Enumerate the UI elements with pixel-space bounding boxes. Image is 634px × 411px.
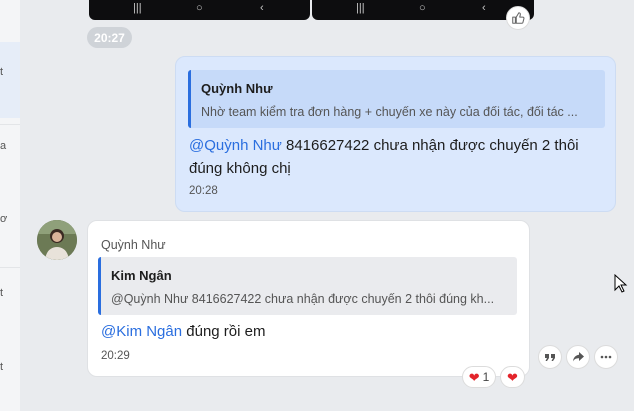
share-icon (572, 352, 584, 362)
phone-nav-back: ‹ (482, 2, 486, 14)
quoted-message[interactable]: Kim Ngân @Quỳnh Như 8416627422 chưa nhận… (98, 257, 517, 315)
attached-image[interactable]: ||| ○ ‹ (312, 0, 534, 20)
like-button[interactable] (506, 6, 530, 30)
heart-icon: ❤ (507, 369, 518, 385)
sidebar-divider (0, 124, 20, 125)
react-heart-button[interactable]: ❤ (500, 366, 525, 388)
quoted-sender-name: Kim Ngân (111, 268, 172, 283)
quoted-message[interactable]: Quỳnh Như Nhờ team kiểm tra đơn hàng + c… (188, 70, 605, 128)
outgoing-message-bubble[interactable]: Quỳnh Như Nhờ team kiểm tra đơn hàng + c… (175, 56, 616, 212)
message-time: 20:29 (101, 350, 130, 362)
conversation-sidebar: t a ơ t t (0, 0, 20, 411)
heart-icon: ❤ (468, 369, 480, 385)
message-time: 20:28 (189, 185, 218, 197)
sidebar-snippet: t (0, 66, 4, 78)
quote-reply-button[interactable] (538, 345, 562, 369)
sidebar-snippet: t (0, 361, 4, 373)
reaction-count: 1 (482, 370, 490, 384)
phone-nav-recents: ||| (133, 2, 142, 14)
avatar[interactable] (37, 220, 77, 260)
more-icon (600, 355, 612, 359)
sidebar-snippet: ơ (0, 213, 8, 225)
message-body: đúng rồi em (182, 323, 266, 340)
sidebar-divider (0, 267, 20, 268)
quoted-text: @Quỳnh Như 8416627422 chưa nhận được chu… (111, 292, 495, 306)
phone-nav-home: ○ (196, 2, 203, 14)
thumbs-up-icon (512, 12, 525, 24)
phone-nav-recents: ||| (356, 2, 365, 14)
message-text: @Kim Ngân đúng rồi em (101, 321, 265, 343)
mouse-cursor-icon (614, 274, 628, 293)
more-options-button[interactable] (594, 345, 618, 369)
phone-nav-home: ○ (419, 2, 426, 14)
incoming-message-bubble[interactable]: Quỳnh Như Kim Ngân @Quỳnh Như 8416627422… (87, 220, 530, 377)
quoted-sender-name: Quỳnh Như (201, 81, 273, 96)
attached-image[interactable]: ||| ○ ‹ (89, 0, 310, 20)
sidebar-snippet: t (0, 287, 4, 299)
message-text: @Quỳnh Như 8416627422 chưa nhận được chu… (189, 134, 604, 180)
mention-link[interactable]: @Quỳnh Như (189, 137, 282, 154)
time-separator: 20:27 (87, 27, 132, 48)
reaction-summary[interactable]: ❤ 1 (462, 366, 496, 388)
phone-nav-back: ‹ (260, 2, 264, 14)
sidebar-selected-item[interactable] (0, 42, 20, 118)
quoted-text: Nhờ team kiểm tra đơn hàng + chuyến xe n… (201, 105, 578, 119)
sender-name: Quỳnh Như (101, 238, 166, 252)
avatar-image (37, 220, 77, 260)
forward-button[interactable] (566, 345, 590, 369)
quote-icon (545, 354, 555, 361)
mention-link[interactable]: @Kim Ngân (101, 323, 182, 340)
sidebar-snippet: a (0, 140, 7, 152)
